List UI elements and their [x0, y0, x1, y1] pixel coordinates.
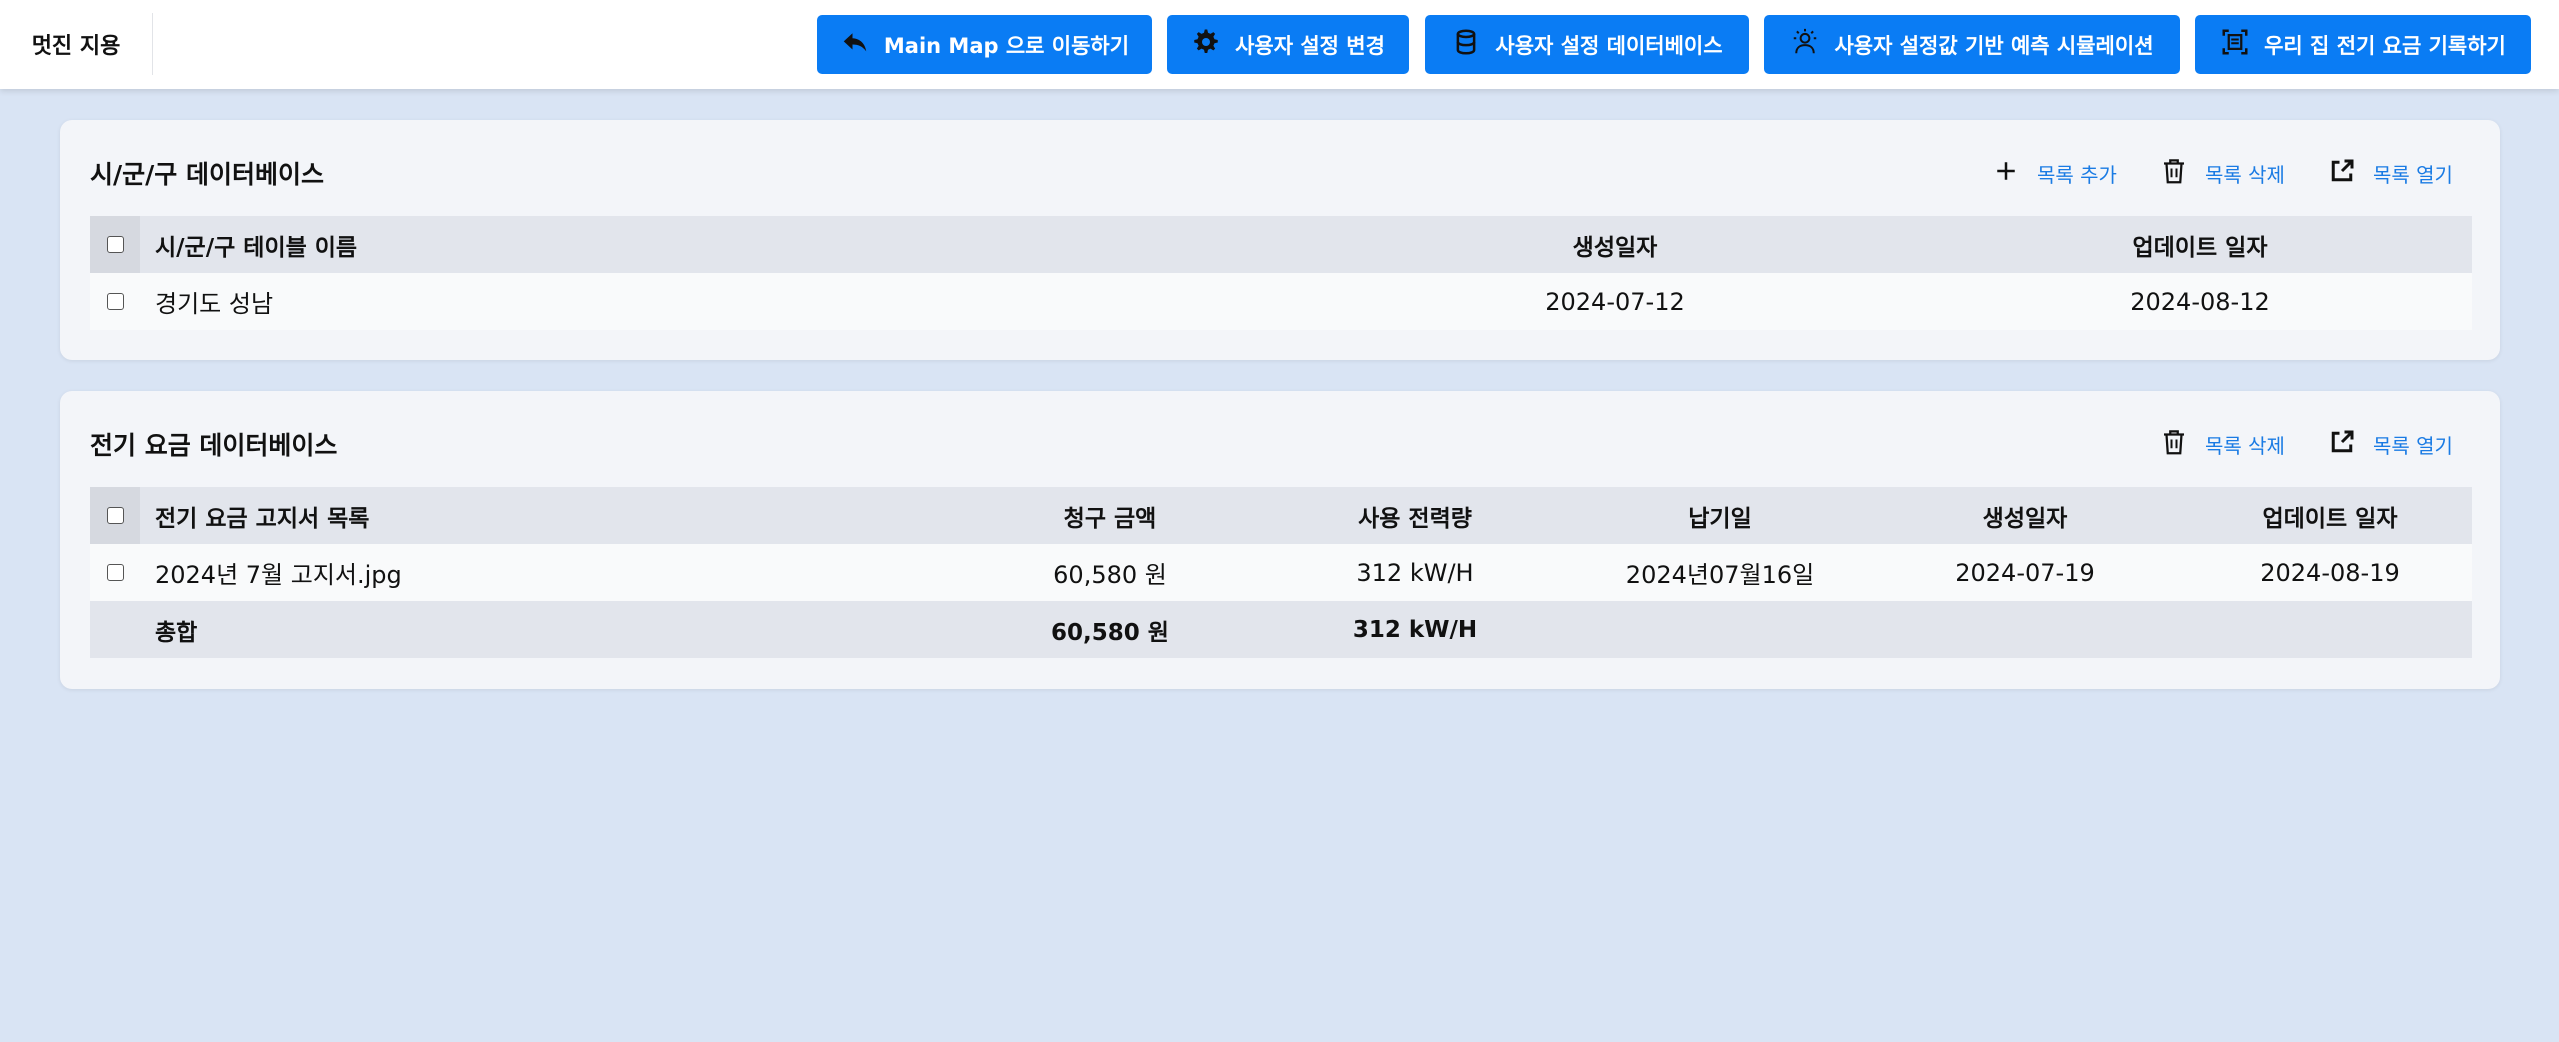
- city-name-cell: 경기도 성남: [155, 290, 274, 318]
- select-all-checkbox[interactable]: [90, 487, 140, 544]
- user-settings-db-button[interactable]: 사용자 설정 데이터베이스: [1425, 15, 1749, 74]
- external-link-icon: [2327, 427, 2357, 462]
- city-open-button[interactable]: 목록 열기: [2327, 156, 2453, 191]
- column-header-created: 생성일자: [1572, 234, 1658, 261]
- amount-cell: 60,580 원: [1053, 561, 1167, 589]
- city-add-label: 목록 추가: [2037, 163, 2117, 187]
- prediction-simulation-button-label: 사용자 설정값 기반 예측 시뮬레이션: [1834, 33, 2154, 58]
- bill-database-card: 전기 요금 데이터베이스 목록 삭제 목록 열기 전기 요금 고지서 목록 청구…: [60, 391, 2500, 689]
- column-header-updated: 업데이트 일자: [2132, 234, 2268, 261]
- total-amount: 60,580 원: [1051, 619, 1169, 646]
- database-icon: [1451, 27, 1481, 62]
- total-usage: 312 kW/H: [1352, 616, 1478, 643]
- bill-open-label: 목록 열기: [2373, 434, 2453, 458]
- person-idea-icon: [1790, 27, 1820, 62]
- bill-name-cell: 2024년 7월 고지서.jpg: [155, 561, 402, 589]
- record-electric-bill-button[interactable]: 우리 집 전기 요금 기록하기: [2195, 15, 2531, 74]
- city-open-label: 목록 열기: [2373, 163, 2453, 187]
- scan-document-icon: [2220, 27, 2250, 62]
- column-header-bill-name: 전기 요금 고지서 목록: [155, 505, 370, 532]
- trash-icon: [2159, 156, 2189, 191]
- table-row[interactable]: 경기도 성남 2024-07-12 2024-08-12: [90, 273, 2472, 330]
- table-row[interactable]: 2024년 7월 고지서.jpg 60,580 원 312 kW/H 2024년…: [90, 544, 2472, 601]
- prediction-simulation-button[interactable]: 사용자 설정값 기반 예측 시뮬레이션: [1764, 15, 2180, 74]
- bill-database-title: 전기 요금 데이터베이스: [90, 431, 338, 460]
- app-title: 멋진 지용: [0, 13, 153, 75]
- column-header-due-date: 납기일: [1688, 505, 1752, 532]
- gear-icon: [1191, 27, 1221, 62]
- column-header-amount: 청구 금액: [1063, 505, 1157, 532]
- external-link-icon: [2327, 156, 2357, 191]
- table-header-row: 시/군/구 테이블 이름 생성일자 업데이트 일자: [90, 216, 2472, 273]
- city-database-card: 시/군/구 데이터베이스 목록 추가 목록 삭제 목록 열기 시/군/구 테이블…: [60, 120, 2500, 360]
- main-map-button-label: Main Map 으로 이동하기: [883, 33, 1130, 58]
- total-row: 총합 60,580 원 312 kW/H: [90, 601, 2472, 658]
- row-checkbox[interactable]: [90, 273, 140, 330]
- top-bar: 멋진 지용 Main Map 으로 이동하기 사용자 설정 변경 사용자 설정 …: [0, 0, 2559, 89]
- usage-cell: 312 kW/H: [1356, 558, 1474, 587]
- city-database-title: 시/군/구 데이터베이스: [90, 160, 324, 189]
- user-settings-button-label: 사용자 설정 변경: [1235, 33, 1385, 58]
- column-header-name: 시/군/구 테이블 이름: [155, 234, 358, 261]
- updated-date-cell: 2024-08-12: [2130, 287, 2270, 316]
- user-settings-db-button-label: 사용자 설정 데이터베이스: [1495, 33, 1723, 58]
- updated-date-cell: 2024-08-19: [2260, 558, 2400, 587]
- column-header-usage: 사용 전력량: [1358, 505, 1472, 532]
- bill-open-button[interactable]: 목록 열기: [2327, 427, 2453, 462]
- total-label: 총합: [155, 619, 198, 646]
- bill-delete-label: 목록 삭제: [2205, 434, 2285, 458]
- select-all-checkbox[interactable]: [90, 216, 140, 273]
- city-add-button[interactable]: 목록 추가: [1991, 156, 2117, 191]
- row-checkbox[interactable]: [90, 544, 140, 601]
- plus-icon: [1991, 156, 2021, 191]
- main-map-button[interactable]: Main Map 으로 이동하기: [817, 15, 1152, 74]
- column-header-updated: 업데이트 일자: [2262, 505, 2398, 532]
- created-date-cell: 2024-07-12: [1545, 287, 1685, 316]
- column-header-created: 생성일자: [1982, 505, 2068, 532]
- record-electric-bill-button-label: 우리 집 전기 요금 기록하기: [2264, 33, 2506, 58]
- created-date-cell: 2024-07-19: [1955, 558, 2095, 587]
- user-settings-button[interactable]: 사용자 설정 변경: [1167, 15, 1409, 74]
- city-delete-label: 목록 삭제: [2205, 163, 2285, 187]
- bill-delete-button[interactable]: 목록 삭제: [2159, 427, 2285, 462]
- trash-icon: [2159, 427, 2189, 462]
- due-date-cell: 2024년07월16일: [1625, 561, 1815, 589]
- reply-arrow-icon: [840, 27, 870, 62]
- table-header-row: 전기 요금 고지서 목록 청구 금액 사용 전력량 납기일 생성일자 업데이트 …: [90, 487, 2472, 544]
- city-delete-button[interactable]: 목록 삭제: [2159, 156, 2285, 191]
